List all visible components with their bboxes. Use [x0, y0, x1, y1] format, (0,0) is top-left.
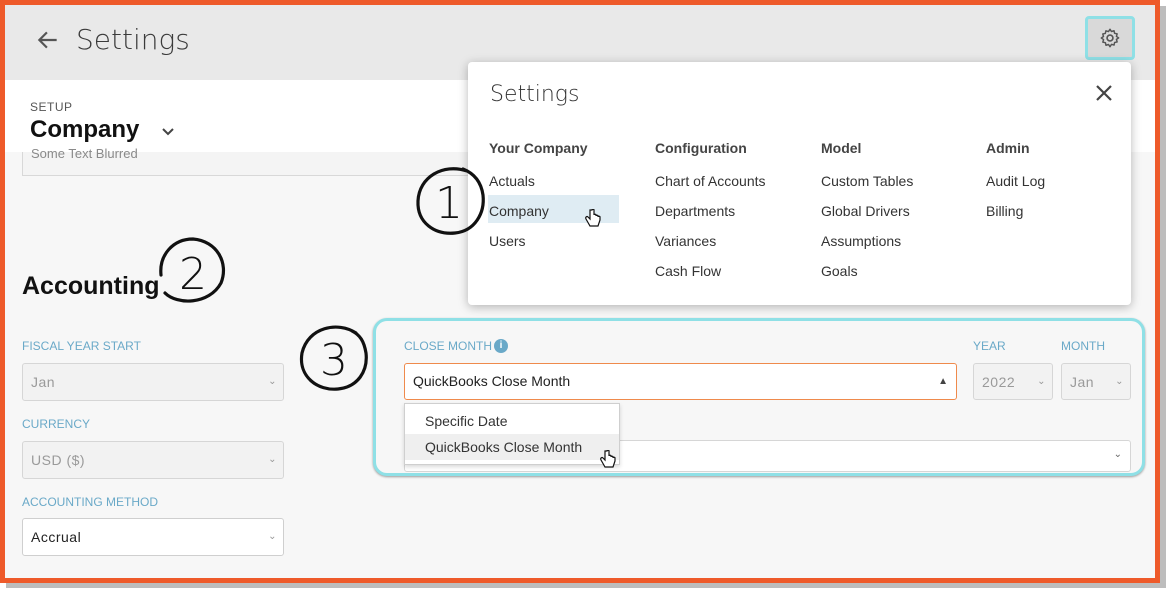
company-dropdown-label[interactable]: Company — [30, 116, 139, 144]
menu-item-chart-of-accounts[interactable]: Chart of Accounts — [655, 172, 766, 202]
year-value: 2022 — [982, 374, 1016, 390]
column-configuration: Configuration Chart of Accounts Departme… — [655, 140, 766, 292]
close-month-select[interactable]: QuickBooks Close Month ▲ — [404, 363, 957, 400]
fiscal-year-start-value: Jan — [31, 374, 56, 390]
annotation-circle-1: 1 — [416, 167, 485, 235]
menu-item-actuals[interactable]: Actuals — [489, 172, 588, 202]
chevron-down-icon: ⌄ — [268, 376, 277, 387]
chevron-down-icon: ⌄ — [268, 531, 277, 542]
column-heading: Configuration — [655, 140, 747, 156]
menu-item-users[interactable]: Users — [489, 232, 588, 262]
arrow-left-icon[interactable] — [35, 27, 61, 53]
currency-label: CURRENCY — [22, 417, 91, 431]
annotation-label-1: 1 — [435, 178, 463, 229]
year-label: YEAR — [973, 339, 1006, 353]
menu-item-audit-log[interactable]: Audit Log — [986, 172, 1045, 202]
settings-popup: Settings Your Company Actuals Company Us… — [468, 62, 1131, 305]
fiscal-year-start-select[interactable]: Jan ⌄ — [22, 363, 284, 401]
fiscal-year-start-label: FISCAL YEAR START — [22, 339, 141, 353]
accounting-method-value: Accrual — [31, 529, 82, 545]
chevron-down-icon: ⌄ — [1113, 449, 1122, 460]
accounting-method-label: ACCOUNTING METHOD — [22, 495, 158, 509]
menu-item-assumptions[interactable]: Assumptions — [821, 232, 913, 262]
chevron-down-icon: ⌄ — [1037, 376, 1046, 387]
accounting-method-select[interactable]: Accrual ⌄ — [22, 518, 284, 556]
chevron-down-icon[interactable] — [161, 127, 175, 137]
chevron-down-icon: ⌄ — [268, 454, 277, 465]
menu-item-billing[interactable]: Billing — [986, 202, 1045, 232]
annotation-circle-2: 2 — [159, 237, 226, 303]
option-quickbooks-close-month[interactable]: QuickBooks Close Month — [405, 434, 619, 460]
option-specific-date[interactable]: Specific Date — [405, 408, 619, 434]
menu-item-goals[interactable]: Goals — [821, 262, 913, 292]
settings-button[interactable] — [1085, 16, 1135, 60]
frame-shadow — [1160, 6, 1166, 588]
month-select[interactable]: Jan ⌄ — [1061, 363, 1131, 400]
menu-item-cash-flow[interactable]: Cash Flow — [655, 262, 766, 292]
annotation-label-3: 3 — [320, 335, 348, 386]
annotation-circle-3: 3 — [299, 325, 368, 391]
accounting-heading: Accounting — [22, 272, 160, 300]
hand-cursor-icon — [600, 450, 616, 468]
frame-shadow — [6, 583, 1166, 588]
close-month-label: CLOSE MONTH — [404, 339, 493, 353]
gear-icon — [1100, 28, 1120, 48]
menu-item-variances[interactable]: Variances — [655, 232, 766, 262]
hand-cursor-icon — [585, 209, 601, 227]
screenshot-frame: Settings SETUP Company Some Text Blurred… — [0, 0, 1160, 583]
setup-eyebrow: SETUP — [30, 100, 73, 114]
column-heading: Your Company — [489, 140, 588, 156]
currency-select[interactable]: USD ($) ⌄ — [22, 441, 284, 479]
column-model: Model Custom Tables Global Drivers Assum… — [821, 140, 913, 292]
menu-item-custom-tables[interactable]: Custom Tables — [821, 172, 913, 202]
chevron-up-icon: ▲ — [938, 376, 948, 387]
close-month-options: Specific Date QuickBooks Close Month — [404, 403, 620, 465]
year-select[interactable]: 2022 ⌄ — [973, 363, 1053, 400]
month-value: Jan — [1070, 374, 1095, 390]
popup-title: Settings — [490, 82, 580, 107]
company-name-value: Some Text Blurred — [31, 146, 138, 161]
page-title: Settings — [76, 23, 190, 56]
currency-value: USD ($) — [31, 452, 86, 468]
close-month-value: QuickBooks Close Month — [413, 373, 571, 389]
menu-item-global-drivers[interactable]: Global Drivers — [821, 202, 913, 232]
chevron-down-icon: ⌄ — [1115, 376, 1124, 387]
column-heading: Admin — [986, 140, 1030, 156]
menu-item-company[interactable]: Company — [489, 202, 588, 232]
menu-item-departments[interactable]: Departments — [655, 202, 766, 232]
column-admin: Admin Audit Log Billing — [986, 140, 1045, 232]
column-heading: Model — [821, 140, 862, 156]
column-your-company: Your Company Actuals Company Users — [489, 140, 588, 262]
close-icon[interactable] — [1094, 83, 1114, 103]
month-label: MONTH — [1061, 339, 1105, 353]
info-icon[interactable]: i — [494, 339, 508, 353]
annotation-label-2: 2 — [179, 249, 207, 300]
